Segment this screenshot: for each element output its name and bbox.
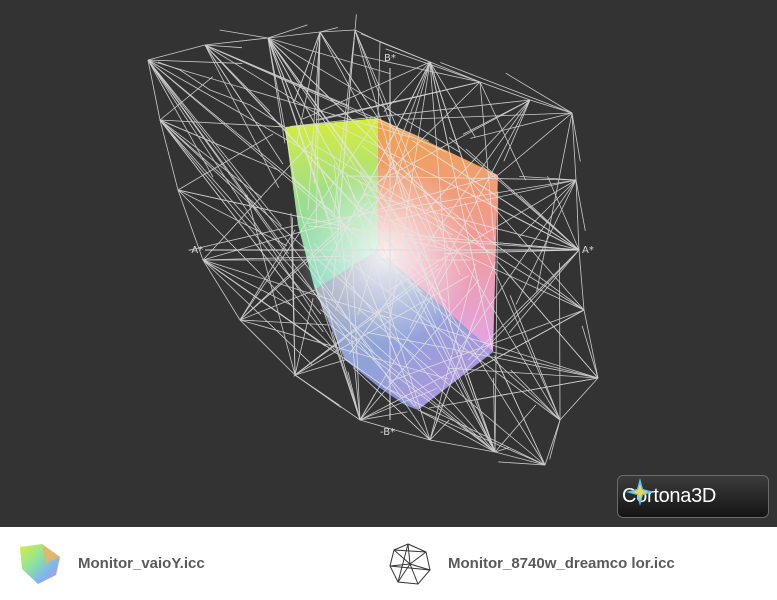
solid-gamut-icon xyxy=(20,543,60,584)
legend: Monitor_vaioY.icc Monitor_8740w_dreamco … xyxy=(0,527,777,600)
cortona3d-logo[interactable]: Cortona3D xyxy=(617,475,769,518)
wireframe-edge xyxy=(246,194,296,376)
legend-item-solid: Monitor_vaioY.icc xyxy=(16,527,205,600)
legend-label-8740w: Monitor_8740w_dreamco lor.icc xyxy=(448,555,675,572)
wireframe-edge xyxy=(559,262,561,421)
wireframe-edge xyxy=(404,112,573,120)
a-minus-label: -A* xyxy=(188,245,204,256)
wireframe-edge xyxy=(440,62,573,114)
wireframe-edge xyxy=(147,59,243,64)
3d-viewer[interactable]: B* -B* A* -A* Cortona3D xyxy=(0,0,777,527)
wireframe-edge xyxy=(385,48,481,83)
b-plus-label: B* xyxy=(384,53,396,64)
wireframe-edge xyxy=(294,374,340,406)
a-plus-label: A* xyxy=(582,245,594,256)
wireframe-edge xyxy=(147,59,214,178)
gamut-scene xyxy=(147,14,599,466)
wireframe-edge xyxy=(510,369,561,421)
wireframe-edge xyxy=(448,367,599,379)
wireframe-edge xyxy=(239,229,296,321)
wireframe-edge xyxy=(219,29,269,39)
wireframe-edge xyxy=(493,377,496,453)
star-icon xyxy=(626,478,654,506)
wireframe-gamut-icon xyxy=(389,542,431,585)
wireframe-edge xyxy=(536,112,573,293)
wireframe-edge xyxy=(479,81,526,181)
wireframe-edge xyxy=(202,259,313,366)
legend-label-vaioy: Monitor_vaioY.icc xyxy=(78,555,205,572)
legend-item-wireframe: Monitor_8740w_dreamco lor.icc xyxy=(388,527,675,600)
b-minus-label: -B* xyxy=(380,427,396,438)
wireframe-edge xyxy=(202,259,292,306)
wireframe-edge xyxy=(549,419,561,460)
wireframe-edge xyxy=(293,374,296,377)
wireframe-edge xyxy=(159,119,259,212)
wireframe-edge xyxy=(581,325,599,379)
wireframe-edge xyxy=(159,119,280,171)
wireframe-edge xyxy=(496,260,599,379)
wireframe-edge xyxy=(354,14,357,31)
